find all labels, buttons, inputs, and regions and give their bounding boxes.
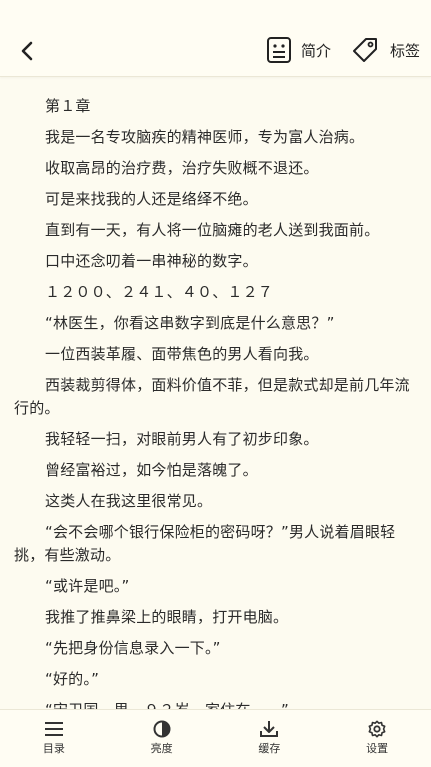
table-of-contents-button[interactable]: 目录 bbox=[0, 710, 108, 767]
settings-label: 设置 bbox=[366, 742, 389, 755]
paragraph: 一位西装革履、面带焦色的男人看向我。 bbox=[45, 345, 319, 363]
book-intro-icon bbox=[266, 36, 292, 64]
brightness-label: 亮度 bbox=[150, 742, 173, 755]
paragraph: 我轻轻一扫，对眼前男人有了初步印象。 bbox=[45, 430, 319, 448]
paragraph: 口中还念叨着一串神秘的数字。 bbox=[45, 252, 258, 270]
cache-button[interactable]: 缓存 bbox=[216, 710, 324, 767]
intro-label: 简介 bbox=[301, 41, 332, 60]
brightness-button[interactable]: 亮度 bbox=[108, 710, 216, 767]
paragraph: “林医生，你看这串数字到底是什么意思？” bbox=[45, 314, 335, 332]
back-button[interactable] bbox=[12, 36, 42, 66]
paragraph: “会不会哪个银行保险柜的密码呀？”男人说着眉眼轻挑，有些激动。 bbox=[14, 523, 396, 564]
tags-label: 标签 bbox=[390, 41, 421, 60]
chevron-left-icon bbox=[20, 41, 34, 61]
paragraph: 直到有一天，有人将一位脑瘫的老人送到我面前。 bbox=[45, 221, 380, 239]
chapter-content[interactable]: 第1章 第１章 我是一名专攻脑疾的精神医师，专为富人治病。 收取高昂的治疗费，治… bbox=[0, 58, 431, 710]
paragraph: 曾经富裕过，如今怕是落魄了。 bbox=[45, 461, 258, 479]
paragraph: １２００、２４１、４０、１２７ bbox=[45, 283, 274, 301]
paragraph-list: 第１章 我是一名专攻脑疾的精神医师，专为富人治病。 收取高昂的治疗费，治疗失败概… bbox=[14, 95, 414, 710]
paragraph: 第１章 bbox=[45, 97, 91, 115]
download-icon bbox=[259, 720, 279, 738]
menu-icon bbox=[44, 720, 64, 738]
intro-button[interactable]: 简介 bbox=[266, 34, 331, 66]
tag-icon bbox=[351, 36, 379, 64]
toc-label: 目录 bbox=[42, 742, 65, 755]
paragraph: “先把身份信息录入一下。” bbox=[45, 639, 221, 657]
reader-screen: 第1章 第１章 我是一名专攻脑疾的精神医师，专为富人治病。 收取高昂的治疗费，治… bbox=[0, 0, 431, 767]
paragraph: “好的。” bbox=[45, 670, 100, 688]
paragraph: 收取高昂的治疗费，治疗失败概不退还。 bbox=[45, 159, 319, 177]
paragraph: 我推了推鼻梁上的眼睛，打开电脑。 bbox=[45, 608, 289, 626]
gear-icon bbox=[367, 720, 387, 738]
paragraph: 可是来找我的人还是络绎不绝。 bbox=[45, 190, 258, 208]
bottom-toolbar: 目录 亮度 缓存 设置 bbox=[0, 709, 431, 767]
paragraph: 这类人在我这里很常见。 bbox=[45, 492, 213, 510]
cache-label: 缓存 bbox=[258, 742, 281, 755]
tags-button[interactable]: 标签 bbox=[351, 34, 420, 66]
paragraph: 西装裁剪得体，面料价值不菲，但是款式却是前几年流行的。 bbox=[14, 376, 410, 417]
top-toolbar: 简介 标签 bbox=[0, 0, 431, 77]
settings-button[interactable]: 设置 bbox=[323, 710, 431, 767]
brightness-icon bbox=[152, 720, 172, 738]
paragraph: “或许是吧。” bbox=[45, 577, 130, 595]
paragraph: 我是一名专攻脑疾的精神医师，专为富人治病。 bbox=[45, 128, 365, 146]
